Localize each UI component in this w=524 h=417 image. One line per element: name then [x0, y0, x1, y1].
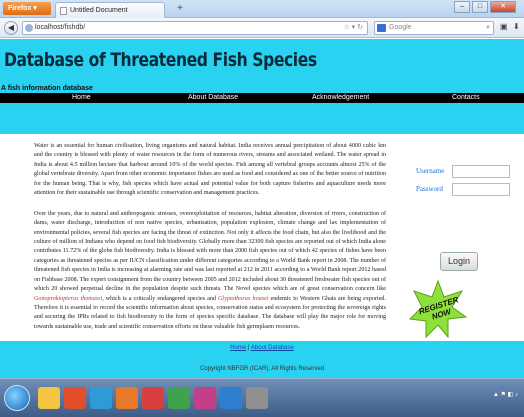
start-button-icon[interactable]: [4, 385, 30, 411]
intro-paragraph: Water is an essential for human civilisa…: [34, 143, 386, 197]
browser-titlebar: Firefox ▾ Untitled Document + – □ ✕: [0, 0, 524, 18]
password-input[interactable]: [452, 183, 510, 196]
media-player-icon[interactable]: [64, 387, 86, 409]
bookmarks-icon[interactable]: ▣: [500, 22, 508, 31]
web-page: Database of Threatened Fish Species A fi…: [0, 39, 524, 378]
species-link-2[interactable]: Glyptothorax housei: [218, 296, 268, 302]
search-bar[interactable]: Google ⌕: [374, 21, 494, 35]
system-tray-icons[interactable]: ▲ ⚑ ◧ ♪: [493, 391, 518, 398]
new-tab-button[interactable]: +: [172, 2, 188, 16]
google-icon: [377, 24, 386, 32]
browser-tab[interactable]: Untitled Document: [55, 2, 165, 18]
main-menu: Home About Database Acknowledgement Cont…: [0, 93, 524, 103]
threat-paragraph: Over the years, due to natural and anthr…: [34, 210, 386, 333]
bookmark-star-icon[interactable]: ☆ ▾ ↻: [343, 22, 363, 34]
site-title: Database of Threatened Fish Species: [4, 49, 317, 71]
menu-contacts[interactable]: Contacts: [452, 93, 480, 103]
species-link-1[interactable]: Gonoproktopterus thomassi: [34, 296, 102, 302]
firefox-menu-label: Firefox: [8, 5, 32, 12]
menu-home[interactable]: Home: [72, 93, 91, 103]
menu-about-database[interactable]: About Database: [188, 93, 238, 103]
tab-title: Untitled Document: [70, 7, 128, 14]
skype-icon[interactable]: [220, 387, 242, 409]
back-arrow-icon[interactable]: ◀: [4, 21, 18, 35]
footer-copyright: Copyright NBFGR (ICAR), All Rights Reser…: [199, 366, 325, 372]
close-icon[interactable]: ✕: [490, 1, 516, 13]
username-label: Username: [416, 167, 445, 175]
footer-link-home[interactable]: Home: [230, 345, 246, 351]
search-placeholder: Google: [389, 24, 412, 31]
site-footer: Home | About Database Copyright NBFGR (I…: [0, 341, 524, 378]
footer-link-about[interactable]: About Database: [251, 345, 294, 351]
app-icon-green[interactable]: [168, 387, 190, 409]
threat-text-a: Over the years, due to natural and anthr…: [34, 210, 386, 293]
password-label: Password: [416, 185, 443, 193]
minimize-icon[interactable]: –: [454, 1, 470, 13]
maximize-icon[interactable]: □: [472, 1, 488, 13]
folder-icon[interactable]: [38, 387, 60, 409]
menu-acknowledgement[interactable]: Acknowledgement: [312, 93, 369, 103]
login-button[interactable]: Login: [440, 252, 478, 271]
site-header: Database of Threatened Fish Species A fi…: [0, 39, 524, 134]
download-icon[interactable]: ⬇: [513, 22, 520, 31]
app-icon-gray[interactable]: [246, 387, 268, 409]
site-subtitle: A fish information database: [1, 85, 93, 92]
address-bar[interactable]: localhost/fishdb/ ☆ ▾ ↻: [22, 21, 368, 35]
footer-links: Home | About Database: [0, 345, 524, 351]
browser-navbar: ◀ localhost/fishdb/ ☆ ▾ ↻ Google ⌕ ▣ ⬇: [0, 18, 524, 38]
main-content: Water is an essential for human civilisa…: [34, 142, 386, 343]
globe-icon: [25, 24, 33, 32]
search-icon[interactable]: ⌕: [486, 22, 490, 34]
windows-taskbar: ▲ ⚑ ◧ ♪: [0, 378, 524, 417]
firefox-icon[interactable]: [116, 387, 138, 409]
app-icon-pink[interactable]: [194, 387, 216, 409]
url-text: localhost/fishdb/: [35, 24, 86, 31]
internet-explorer-icon[interactable]: [90, 387, 112, 409]
username-input[interactable]: [452, 165, 510, 178]
page-icon: [60, 7, 67, 15]
threat-text-b: , which is a critically endangered speci…: [102, 295, 218, 302]
opera-icon[interactable]: [142, 387, 164, 409]
firefox-menu-button[interactable]: Firefox ▾: [3, 2, 51, 15]
